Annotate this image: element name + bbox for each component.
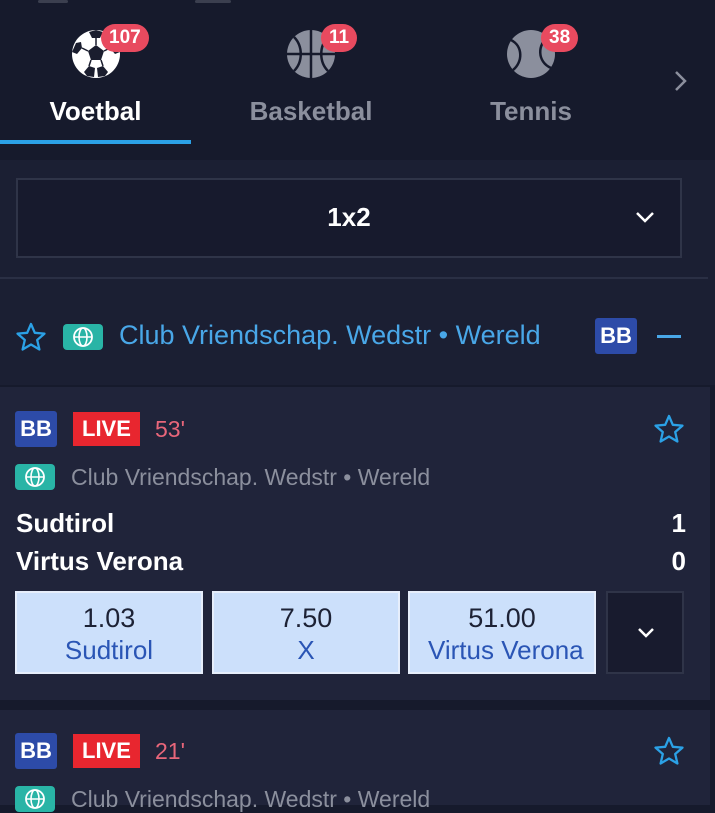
card-divider: [0, 700, 710, 703]
favorite-star-icon[interactable]: [653, 735, 685, 767]
home-team: Sudtirol: [16, 508, 115, 538]
chevron-down-icon: [636, 212, 654, 223]
match-minute: 21': [155, 738, 185, 764]
odd-value: 1.03: [82, 603, 136, 633]
match-league: Club Vriendschap. Wedstr • Wereld: [71, 786, 431, 812]
home-score: 1: [671, 508, 686, 538]
live-badge: LIVE: [73, 412, 140, 446]
bb-badge: BB: [15, 733, 57, 769]
chevron-down-icon: [638, 628, 654, 638]
tab-voetbal-label: Voetbal: [49, 96, 142, 126]
tab-basketbal[interactable]: 11 Basketbal: [211, 0, 411, 146]
live-badge: LIVE: [73, 734, 140, 768]
odd-button-away[interactable]: 51.00 Virtus Verona: [408, 591, 596, 674]
globe-badge: [63, 324, 103, 350]
tab-voetbal[interactable]: 107 Voetbal: [0, 0, 191, 146]
basketbal-count-badge: 11: [321, 24, 358, 52]
collapse-minus-icon[interactable]: [657, 335, 681, 338]
globe-badge: [15, 786, 55, 812]
odd-value: 51.00: [468, 603, 536, 633]
market-select-value: 1x2: [327, 202, 371, 232]
favorite-star-icon[interactable]: [653, 413, 685, 445]
globe-icon: [25, 467, 45, 487]
favorite-star-icon[interactable]: [15, 321, 47, 353]
odd-button-draw[interactable]: 7.50 X: [212, 591, 400, 674]
tab-tennis-label: Tennis: [490, 96, 572, 126]
more-markets-button[interactable]: [606, 591, 684, 674]
tennis-count-badge: 38: [541, 24, 579, 52]
active-tab-indicator: [0, 140, 191, 144]
odd-value: 7.50: [279, 603, 333, 633]
odd-label: Virtus Verona: [428, 635, 584, 665]
odd-label: Sudtirol: [64, 635, 154, 665]
globe-icon: [73, 327, 93, 347]
tab-tennis[interactable]: 38 Tennis: [431, 0, 631, 146]
globe-badge: [15, 464, 55, 490]
globe-icon: [25, 789, 45, 809]
odd-button-home[interactable]: 1.03 Sudtirol: [15, 591, 203, 674]
tab-basketbal-label: Basketbal: [249, 96, 373, 126]
away-team: Virtus Verona: [16, 546, 184, 576]
sports-tab-bar: 107 Voetbal 11 Basketbal 38 Tennis: [0, 0, 715, 160]
match-minute: 53': [155, 416, 185, 442]
away-score: 0: [671, 546, 686, 576]
odd-label: X: [297, 635, 315, 665]
chevron-right-icon[interactable]: [668, 66, 694, 96]
league-title[interactable]: Club Vriendschap. Wedstr • Wereld: [119, 320, 541, 351]
league-header[interactable]: Club Vriendschap. Wedstr • Wereld BB: [0, 300, 715, 374]
match-league: Club Vriendschap. Wedstr • Wereld: [71, 464, 431, 490]
market-select[interactable]: 1x2: [16, 178, 682, 258]
voetbal-count-badge: 107: [101, 24, 149, 52]
divider: [0, 277, 708, 279]
bb-badge: BB: [15, 411, 57, 447]
bb-badge: BB: [595, 318, 637, 354]
